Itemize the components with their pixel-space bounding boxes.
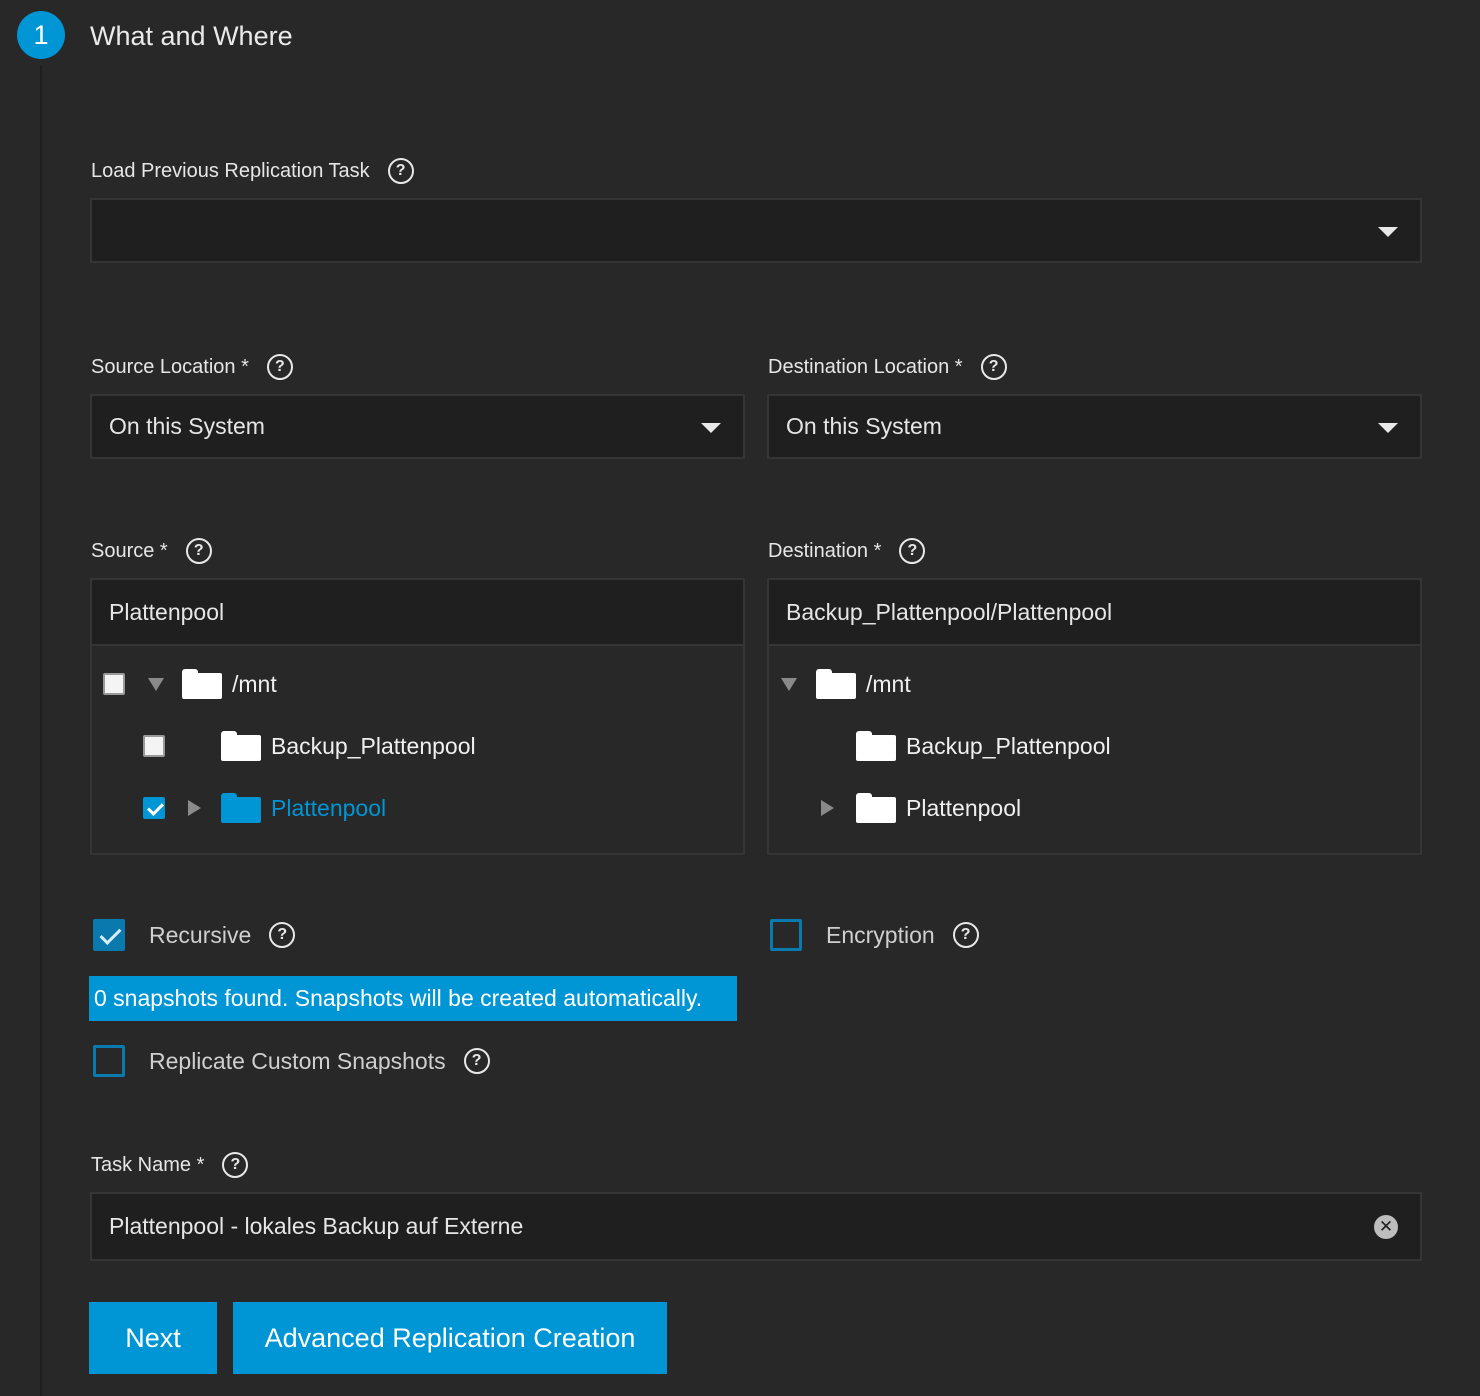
destination-location-label: Destination Location * ? bbox=[768, 352, 1007, 382]
clear-icon[interactable]: ✕ bbox=[1374, 1214, 1398, 1239]
folder-icon bbox=[816, 669, 856, 699]
destination-path-input[interactable]: Backup_Plattenpool/Plattenpool bbox=[767, 578, 1422, 646]
destination-location-value: On this System bbox=[786, 413, 942, 439]
step-title: What and Where bbox=[90, 21, 293, 51]
encryption-checkbox[interactable] bbox=[770, 919, 802, 951]
help-icon[interactable]: ? bbox=[387, 158, 414, 184]
tree-row-mnt[interactable]: /mnt bbox=[781, 664, 911, 704]
help-icon[interactable]: ? bbox=[222, 1152, 249, 1178]
destination-tree: /mnt Backup_Plattenpool Plattenpool bbox=[767, 646, 1422, 855]
destination-label: Destination * ? bbox=[768, 536, 926, 566]
source-label-text: Source * bbox=[91, 539, 168, 562]
help-icon[interactable]: ? bbox=[952, 922, 979, 948]
recursive-option: Recursive ? bbox=[93, 919, 296, 951]
tree-checkbox[interactable] bbox=[103, 673, 125, 695]
expand-right-icon[interactable] bbox=[188, 800, 201, 816]
help-icon[interactable]: ? bbox=[980, 354, 1007, 380]
destination-location-select[interactable]: On this System bbox=[767, 394, 1422, 459]
tree-row-backup-plattenpool[interactable]: Backup_Plattenpool bbox=[143, 726, 476, 766]
tree-label: /mnt bbox=[232, 670, 277, 697]
expand-down-icon[interactable] bbox=[148, 677, 164, 691]
expand-down-icon[interactable] bbox=[781, 677, 797, 691]
source-path-value: Plattenpool bbox=[109, 598, 225, 625]
task-name-input[interactable]: Plattenpool - lokales Backup auf Externe… bbox=[90, 1192, 1422, 1261]
encryption-label: Encryption bbox=[826, 921, 935, 948]
task-name-value: Plattenpool - lokales Backup auf Externe bbox=[109, 1213, 524, 1239]
source-location-select[interactable]: On this System bbox=[90, 394, 745, 459]
next-button[interactable]: Next bbox=[89, 1302, 217, 1374]
load-task-label: Load Previous Replication Task ? bbox=[91, 156, 414, 186]
tree-label: Plattenpool bbox=[906, 794, 1022, 821]
help-icon[interactable]: ? bbox=[185, 538, 212, 564]
load-task-select[interactable] bbox=[90, 198, 1422, 263]
recursive-label: Recursive bbox=[149, 921, 252, 948]
recursive-checkbox[interactable] bbox=[93, 919, 125, 951]
expand-right-icon[interactable] bbox=[821, 800, 834, 816]
step-connector-line bbox=[40, 66, 42, 1396]
encryption-option: Encryption ? bbox=[770, 919, 979, 951]
custom-snapshots-option: Replicate Custom Snapshots ? bbox=[93, 1045, 490, 1077]
tree-row-backup-plattenpool[interactable]: Backup_Plattenpool bbox=[856, 726, 1111, 766]
tree-row-plattenpool[interactable]: Plattenpool bbox=[143, 788, 386, 828]
custom-snapshots-label: Replicate Custom Snapshots bbox=[149, 1047, 446, 1074]
source-location-value: On this System bbox=[109, 413, 265, 439]
tree-label: Backup_Plattenpool bbox=[271, 732, 476, 759]
tree-label: Plattenpool bbox=[271, 794, 387, 821]
load-task-label-text: Load Previous Replication Task bbox=[91, 159, 370, 182]
tree-checkbox[interactable] bbox=[143, 735, 165, 757]
source-path-input[interactable]: Plattenpool bbox=[90, 578, 745, 646]
source-label: Source * ? bbox=[91, 536, 212, 566]
source-location-label: Source Location * ? bbox=[91, 352, 293, 382]
destination-label-text: Destination * bbox=[768, 539, 882, 562]
destination-location-label-text: Destination Location * bbox=[768, 355, 963, 378]
folder-icon bbox=[856, 731, 896, 761]
folder-icon bbox=[221, 793, 261, 823]
chevron-down-icon bbox=[701, 422, 721, 433]
step-number: 1 bbox=[33, 19, 49, 50]
help-icon[interactable]: ? bbox=[899, 538, 926, 564]
tree-row-plattenpool[interactable]: Plattenpool bbox=[821, 788, 1021, 828]
tree-label: /mnt bbox=[866, 670, 911, 697]
snapshot-notice: 0 snapshots found. Snapshots will be cre… bbox=[89, 976, 737, 1021]
step-indicator: 1 bbox=[17, 11, 65, 59]
source-tree: /mnt Backup_Plattenpool Plattenpool bbox=[90, 646, 745, 855]
folder-icon bbox=[856, 793, 896, 823]
destination-path-value: Backup_Plattenpool/Plattenpool bbox=[786, 598, 1113, 625]
advanced-replication-button[interactable]: Advanced Replication Creation bbox=[233, 1302, 667, 1374]
task-name-label: Task Name * ? bbox=[91, 1150, 249, 1180]
chevron-down-icon bbox=[1378, 422, 1398, 433]
folder-icon bbox=[182, 669, 222, 699]
task-name-label-text: Task Name * bbox=[91, 1153, 205, 1176]
help-icon[interactable]: ? bbox=[463, 1048, 490, 1074]
source-location-label-text: Source Location * bbox=[91, 355, 249, 378]
tree-label: Backup_Plattenpool bbox=[906, 732, 1111, 759]
help-icon[interactable]: ? bbox=[269, 922, 296, 948]
help-icon[interactable]: ? bbox=[266, 354, 293, 380]
folder-icon bbox=[221, 731, 261, 761]
custom-snapshots-checkbox[interactable] bbox=[93, 1045, 125, 1077]
chevron-down-icon bbox=[1378, 226, 1398, 237]
tree-checkbox[interactable] bbox=[143, 797, 165, 819]
tree-row-mnt[interactable]: /mnt bbox=[103, 664, 277, 704]
